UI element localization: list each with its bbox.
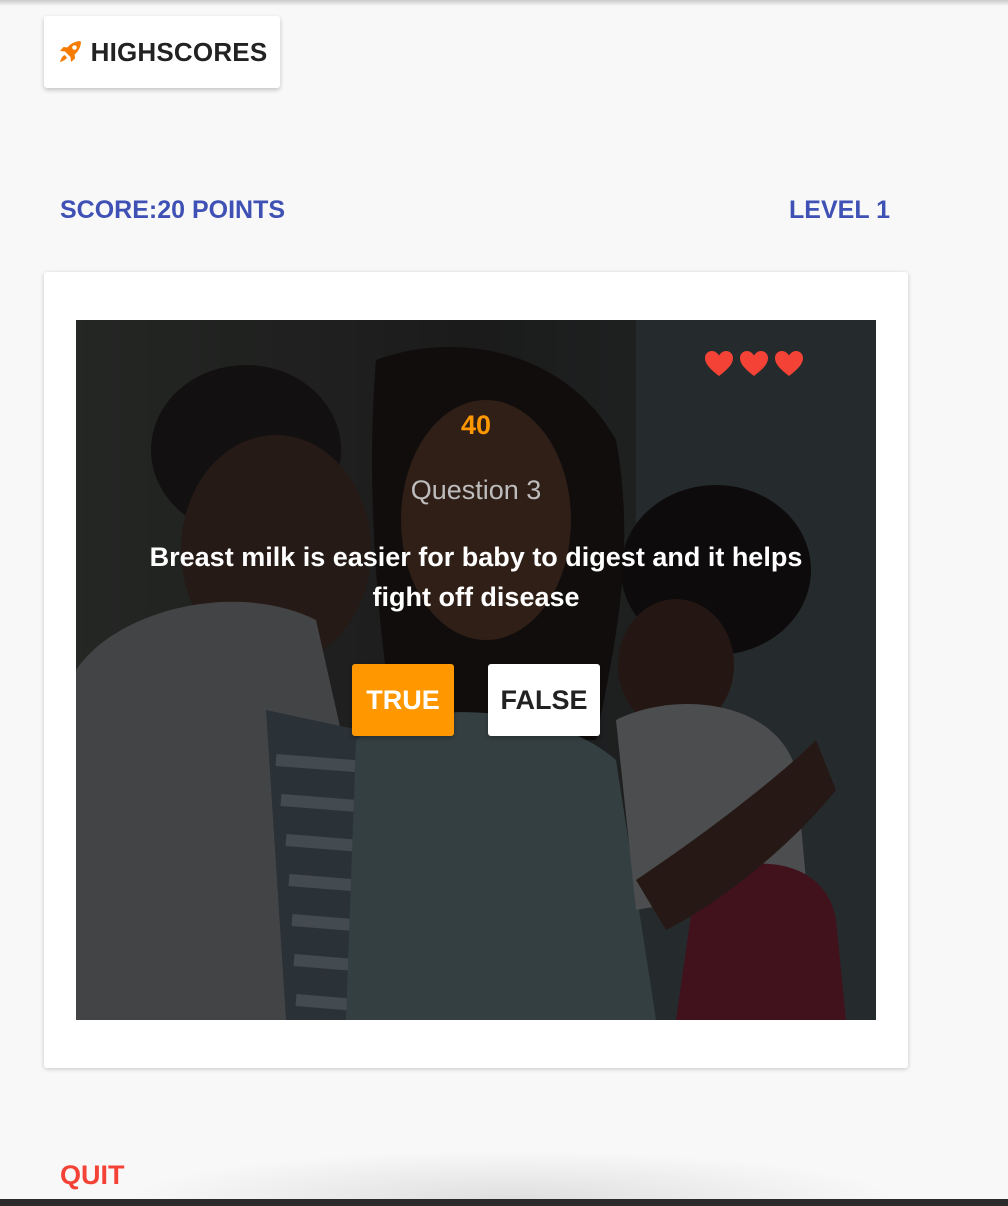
highscores-label: HIGHSCORES [90, 36, 268, 67]
heart-icon [705, 351, 733, 376]
top-shadow [0, 0, 1008, 6]
question-number: Question 3 [410, 475, 542, 505]
question-card: 40 Question 3 Breast milk is easier for … [44, 272, 908, 1068]
false-button[interactable]: FALSE [488, 664, 600, 736]
bottom-shadow [120, 1150, 900, 1200]
lives-indicator [704, 350, 804, 377]
countdown-timer: 40 [460, 410, 492, 440]
quit-button[interactable]: QUIT [60, 1160, 125, 1191]
score-display: SCORE:20 POINTS [60, 196, 286, 224]
true-button[interactable]: TRUE [352, 664, 454, 736]
heart-icon [740, 351, 768, 376]
bottom-bar [0, 1199, 1008, 1206]
rocket-icon [59, 41, 81, 62]
family-photo: 40 Question 3 Breast milk is easier for … [76, 320, 876, 1020]
level-display: LEVEL 1 [789, 196, 890, 224]
highscores-button[interactable]: HIGHSCORES [44, 16, 280, 88]
question-text: Breast milk is easier for baby to digest… [149, 542, 803, 612]
heart-icon [775, 351, 803, 376]
